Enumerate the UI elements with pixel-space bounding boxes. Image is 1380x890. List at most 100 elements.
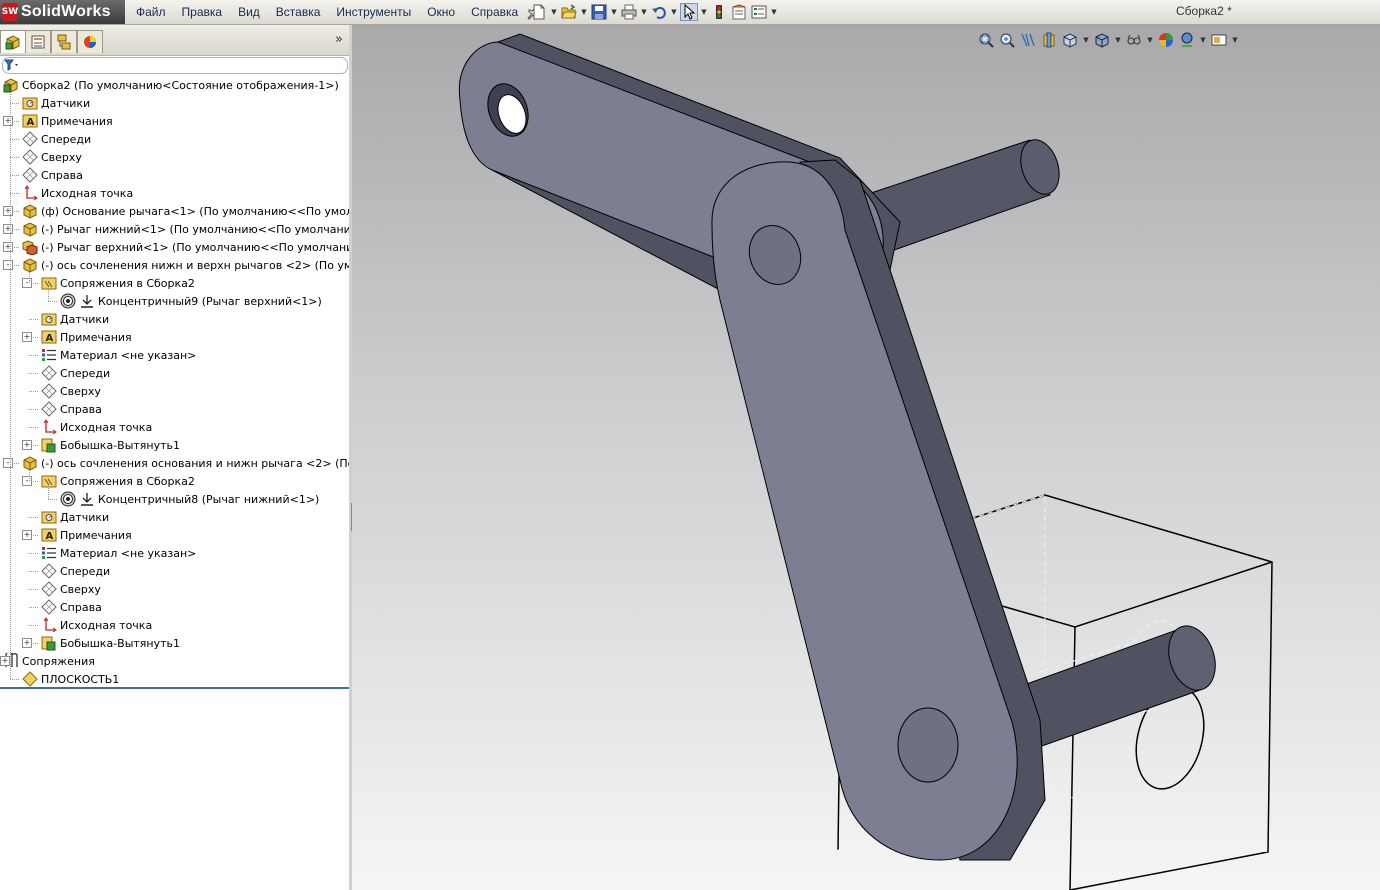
open-dropdown-icon[interactable]: ▼ [580,8,588,16]
tree-item[interactable]: ПЛОСКОСТЬ1 [22,670,119,688]
part-icon [22,203,38,219]
tree-connector [10,193,19,194]
tree-item[interactable]: Материал <не указан> [41,544,196,562]
lower-pin[interactable] [1009,620,1223,753]
tree-item-label: Бобышка-Вытянуть1 [60,438,181,452]
plane-icon [41,563,57,579]
menu-help[interactable]: Справка [463,5,526,19]
tree-item[interactable]: Материал <не указан> [41,346,196,364]
expand-icon[interactable]: + [22,332,32,342]
tree-item[interactable]: Справа [41,598,102,616]
svg-text:A: A [27,117,35,128]
new-dropdown-icon[interactable]: ▼ [550,8,558,16]
tree-connector [10,139,19,140]
open-icon[interactable] [560,3,578,21]
tree-connector [29,589,38,590]
solidworks-logo[interactable]: SW SolidWorks [0,0,125,24]
menu-edit[interactable]: Правка [174,5,231,19]
rebuild-icon[interactable] [710,3,728,21]
print-dropdown-icon[interactable]: ▼ [640,8,648,16]
menu-view[interactable]: Вид [230,5,268,19]
tree-item[interactable]: (-) ось сочленения нижн и верхн рычагов … [22,256,400,274]
tree-item[interactable]: Спереди [41,562,110,580]
tree-item[interactable]: Концентричный9 (Рычаг верхний<1>) [60,292,322,310]
select-icon[interactable] [680,3,698,21]
menu-tools[interactable]: Инструменты [328,5,419,19]
tree-filter-field[interactable] [2,57,348,74]
tree-item-label: Сборка2 (По умолчанию<Состояние отображе… [22,78,339,92]
tree-item[interactable]: (-) ось сочленения основания и нижн рыча… [22,454,400,472]
expand-icon[interactable]: + [0,656,10,666]
file-properties-icon[interactable] [730,3,748,21]
tree-item[interactable]: (-) Рычаг нижний<1> (По умолчанию<<По ум… [22,220,402,238]
expand-icon[interactable]: + [22,440,32,450]
menu-file[interactable]: Файл [128,5,174,19]
tree-item-label: Сверху [41,150,82,164]
tree-item[interactable]: Сопряжения [3,652,95,670]
tree-item[interactable]: Исходная точка [41,616,152,634]
tree-item[interactable]: Сборка2 (По умолчанию<Состояние отображе… [3,76,339,94]
featuremanager-tab-icon[interactable] [0,30,26,53]
expand-icon[interactable]: + [3,224,13,234]
save-icon[interactable] [590,3,608,21]
collapse-icon[interactable]: - [3,458,13,468]
origin-icon [41,617,57,633]
undo-dropdown-icon[interactable]: ▼ [670,8,678,16]
tree-item[interactable]: Сопряжения в Сборка2 [41,472,195,490]
expand-panel-icon[interactable]: » [335,32,343,47]
tree-item-label: Справа [60,600,102,614]
dimxpertmanager-tab-icon[interactable] [77,30,103,53]
collapse-icon[interactable]: - [22,278,32,288]
expand-icon[interactable]: + [3,116,13,126]
part-icon [22,455,38,471]
tree-item[interactable]: (-) Рычаг верхний<1> (По умолчанию<<По у… [22,238,398,256]
tree-item[interactable]: Датчики [41,310,109,328]
tree-spine [29,470,30,481]
options-dropdown-icon[interactable]: ▼ [770,8,778,16]
menu-window[interactable]: Окно [419,5,463,19]
propertymanager-tab-icon[interactable] [25,30,51,53]
tree-item[interactable]: Сопряжения в Сборка2 [41,274,195,292]
print-icon[interactable] [620,3,638,21]
tree-item[interactable]: Датчики [41,508,109,526]
tree-item[interactable]: Бобышка-Вытянуть1 [41,436,180,454]
tree-connector [10,679,19,680]
undo-icon[interactable] [650,3,668,21]
tree-connector [48,301,57,302]
tree-item[interactable]: A Примечания [41,526,132,544]
assembly-model[interactable] [352,25,1380,890]
tree-item[interactable]: Исходная точка [22,184,133,202]
tree-item[interactable]: Исходная точка [41,418,152,436]
configurationmanager-tab-icon[interactable] [51,30,77,53]
brand-name: SolidWorks [21,3,111,20]
expand-icon[interactable]: + [3,206,13,216]
tree-item[interactable]: Сверху [22,148,82,166]
expand-icon[interactable]: + [3,242,13,252]
tree-item[interactable]: A Примечания [22,112,113,130]
menu-insert[interactable]: Вставка [268,5,329,19]
tree-item[interactable]: Справа [41,400,102,418]
new-document-icon[interactable] [530,3,548,21]
tree-connector [29,373,38,374]
options-icon[interactable] [750,3,768,21]
collapse-icon[interactable]: - [3,260,13,270]
expand-icon[interactable]: + [22,530,32,540]
expand-icon[interactable]: + [22,638,32,648]
tree-item[interactable]: Спереди [41,364,110,382]
tree-item[interactable]: Сверху [41,382,101,400]
graphics-area[interactable]: ▼ ▼ ▼ ▼ ▼ [352,25,1380,890]
tree-item[interactable]: Датчики [22,94,90,112]
tree-item[interactable]: Спереди [22,130,91,148]
tree-item[interactable]: Бобышка-Вытянуть1 [41,634,180,652]
tree-item[interactable]: Сверху [41,580,101,598]
tree-item[interactable]: (ф) Основание рычага<1> (По умолчанию<<П… [22,202,399,220]
material-icon [41,347,57,363]
lower-lever[interactable] [711,159,1046,861]
tree-item[interactable]: Концентричный8 (Рычаг нижний<1>) [60,490,319,508]
select-dropdown-icon[interactable]: ▼ [700,8,708,16]
filter-icon[interactable] [4,59,20,74]
tree-item[interactable]: A Примечания [41,328,132,346]
tree-item[interactable]: Справа [22,166,83,184]
save-dropdown-icon[interactable]: ▼ [610,8,618,16]
collapse-icon[interactable]: - [22,476,32,486]
